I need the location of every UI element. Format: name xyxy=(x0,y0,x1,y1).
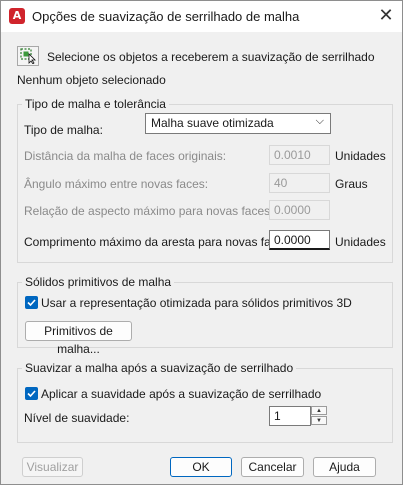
smooth-group-title: Suavizar a malha após a suavização de se… xyxy=(22,361,297,375)
mesh-type-dropdown[interactable]: Malha suave otimizada ⌵ xyxy=(145,113,331,134)
chevron-down-icon: ⌵ xyxy=(315,115,324,127)
spin-up-icon[interactable]: ▲ xyxy=(311,406,327,415)
apply-smoothness-label: Aplicar a suavidade após a suavização de… xyxy=(41,387,322,401)
ok-button[interactable]: OK xyxy=(170,457,232,477)
optimized-primitives-checkbox[interactable] xyxy=(25,296,38,309)
distance-field[interactable]: 0.0010 xyxy=(269,145,330,165)
distance-unit: Unidades xyxy=(335,149,386,163)
mesh-type-value: Malha suave otimizada xyxy=(151,116,274,130)
edge-length-unit: Unidades xyxy=(335,235,386,249)
edge-length-field[interactable]: 0.0000 xyxy=(269,230,330,250)
cancel-button[interactable]: Cancelar xyxy=(241,457,304,477)
smooth-group: Suavizar a malha após a suavização de se… xyxy=(17,361,393,443)
app-icon-letter: A xyxy=(12,9,22,22)
checkmark-icon xyxy=(27,299,36,307)
edge-length-label: Comprimento máximo da aresta para novas … xyxy=(24,235,293,249)
select-objects-icon xyxy=(20,48,36,64)
apply-smoothness-checkbox[interactable] xyxy=(25,387,38,400)
selection-status: Nenhum objeto selecionado xyxy=(17,73,166,87)
aspect-label: Relação de aspecto máximo para novas fac… xyxy=(24,204,274,218)
window-title: Opções de suavização de serrilhado de ma… xyxy=(32,9,300,24)
help-button[interactable]: Ajuda xyxy=(313,457,376,477)
smooth-level-field[interactable]: 1 xyxy=(269,406,311,426)
spin-down-icon[interactable]: ▼ xyxy=(311,416,327,425)
mesh-type-group-title: Tipo de malha e tolerância xyxy=(22,97,169,111)
mesh-primitives-button[interactable]: Primitivos de malha... xyxy=(25,321,132,356)
autocad-icon: A xyxy=(9,8,25,24)
angle-label: Ângulo máximo entre novas faces: xyxy=(24,177,209,191)
smooth-level-label: Nível de suavidade: xyxy=(24,411,130,425)
aspect-field[interactable]: 0.0000 xyxy=(269,200,330,220)
preview-button[interactable]: Visualizar xyxy=(22,457,83,477)
title-bar: A Opções de suavização de serrilhado de … xyxy=(1,1,402,32)
angle-field[interactable]: 40 xyxy=(269,173,330,193)
close-icon[interactable]: ✕ xyxy=(373,4,399,28)
mesh-smoothing-dialog: A Opções de suavização de serrilhado de … xyxy=(0,0,403,485)
distance-label: Distância da malha de faces originais: xyxy=(24,149,227,163)
optimized-primitives-label: Usar a representação otimizada para sóli… xyxy=(41,296,352,310)
select-objects-label: Selecione os objetos a receberem a suavi… xyxy=(47,50,375,64)
checkmark-icon xyxy=(27,390,36,398)
primitives-group-title: Sólidos primitivos de malha xyxy=(22,275,175,289)
mesh-type-label: Tipo de malha: xyxy=(24,123,103,137)
select-objects-button[interactable] xyxy=(17,46,39,66)
angle-unit: Graus xyxy=(335,177,368,191)
smooth-level-stepper[interactable]: ▲ ▼ xyxy=(311,406,329,426)
